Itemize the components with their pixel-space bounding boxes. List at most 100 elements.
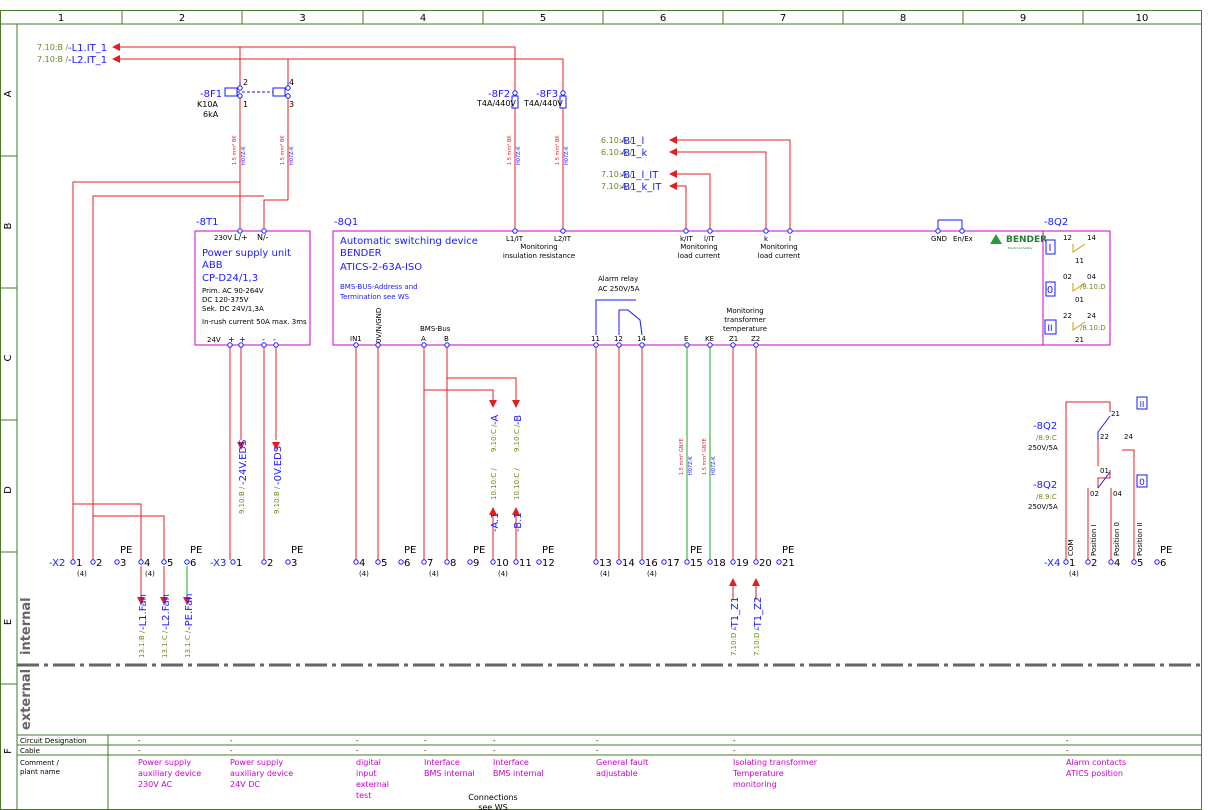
q1-in1: IN1 <box>350 335 362 343</box>
terminal-number: 21 <box>782 558 795 569</box>
terminal <box>935 228 941 234</box>
q2d-no: 04 <box>1113 490 1122 498</box>
incoming-b1lit-label: -B1_l_IT <box>620 170 659 181</box>
wire-a-out <box>424 389 494 400</box>
terminal-number: 1 <box>76 558 82 569</box>
incoming-l2-label: -L2.IT_1 <box>68 55 107 66</box>
table-header: Cable <box>20 747 40 755</box>
terminal <box>513 559 519 565</box>
t1-minus: - <box>273 335 276 344</box>
terminal <box>707 559 713 565</box>
conductor-count: (4) <box>359 570 369 578</box>
q2-contact-no: 21 <box>1075 336 1084 344</box>
table-comment: Temperature <box>732 769 784 778</box>
wire-f1-n <box>263 199 288 230</box>
q1-alarm: AC 250V/5A <box>598 285 640 293</box>
relay-contact <box>595 299 636 335</box>
terminal <box>616 342 622 348</box>
terminal <box>184 559 190 565</box>
q2-contact-no: 11 <box>1075 257 1084 265</box>
q2d-no: 22 <box>1100 433 1109 441</box>
out-a1-label: -A.1 <box>490 512 501 532</box>
terminal <box>230 559 236 565</box>
column-number: 6 <box>660 13 666 24</box>
terminal-number: 2 <box>1091 558 1097 569</box>
q1-b: B <box>444 335 449 343</box>
fuse-f2-rating: T4A/440V <box>476 99 516 108</box>
t1-minus: - <box>262 335 265 344</box>
column-number: 9 <box>1020 13 1026 24</box>
terminal <box>707 228 713 234</box>
terminal-number: 3 <box>291 558 297 569</box>
terminal-pe: PE <box>782 545 794 556</box>
terminal <box>353 342 359 348</box>
table-dash: - <box>424 747 427 755</box>
q2d-mode: 0 <box>1139 478 1145 488</box>
row-letter: B <box>3 222 14 229</box>
table-comment: adjustable <box>596 769 638 778</box>
terminal <box>1131 559 1137 565</box>
terminal-strip-tag: -X2 <box>49 558 65 569</box>
table-comment: test <box>356 791 371 800</box>
out-fpe-label: -PE.Fan <box>184 594 195 630</box>
q1-z2: Z2 <box>751 335 760 343</box>
q1-ke: KE <box>705 335 714 343</box>
out-b1-label: -B.1 <box>513 512 524 532</box>
table-dash: - <box>1066 747 1069 755</box>
arrow-z1 <box>729 578 737 586</box>
q1-kit: k/IT <box>680 235 693 243</box>
table-comment: monitoring <box>733 780 777 789</box>
relay-contact <box>618 309 643 336</box>
q1-t14: 14 <box>637 335 646 343</box>
column-number: 3 <box>299 13 305 24</box>
table-dash: - <box>230 747 233 755</box>
q1-mon: transformer <box>724 316 766 324</box>
terminal <box>753 559 759 565</box>
terminal <box>490 559 496 565</box>
terminal <box>375 559 381 565</box>
table-dash: - <box>138 737 141 745</box>
arrow-a <box>489 400 497 408</box>
terminal <box>114 559 120 565</box>
cable-spec: 1.5 mm² BK <box>555 135 561 165</box>
terminal <box>536 559 542 565</box>
arrow <box>669 170 677 178</box>
wire-q2-24 <box>1122 449 1135 560</box>
terminal-number: 15 <box>690 558 703 569</box>
q1-enex: En/Ex <box>953 235 973 243</box>
bender-logo-icon <box>990 234 1002 244</box>
out-a-label: -A <box>490 415 501 425</box>
table-comment: 230V AC <box>138 780 173 789</box>
arrow <box>669 148 677 156</box>
table-comment: Interface <box>493 758 529 767</box>
terminal <box>353 559 359 565</box>
out-ref: 9.10:C / <box>490 424 498 452</box>
schematic-sheet: 1 2 3 4 5 6 7 8 9 10ABCDEF7.10:B / -L1.IT_17.10:B … <box>0 10 1202 810</box>
terminal <box>444 342 450 348</box>
q1-mon: load current <box>678 252 721 260</box>
out-0v-label: -0V.EDS <box>273 446 284 485</box>
terminal <box>421 342 427 348</box>
q2d-tag: -8Q2 <box>1033 421 1057 432</box>
row-letter: E <box>3 619 14 625</box>
x4-tag: -X4 <box>1044 558 1060 569</box>
column-number: 7 <box>780 13 786 24</box>
terminal-number: 2 <box>267 558 273 569</box>
wire-b1kit <box>677 185 687 230</box>
table-dash: - <box>493 747 496 755</box>
arrow-b <box>512 400 520 408</box>
out-fl2-label: -L2.Fan <box>161 594 172 630</box>
t1-model: CP-D24/1,3 <box>202 273 258 284</box>
q1-bms2: Termination see WS <box>339 293 410 301</box>
terminal <box>560 90 566 96</box>
incoming-l1-label: -L1.IT_1 <box>68 43 107 54</box>
q2-contact-no: 24 <box>1087 312 1096 320</box>
q1-t12: 12 <box>614 335 623 343</box>
terminal <box>684 342 690 348</box>
table-dash: - <box>356 747 359 755</box>
zone-internal: internal <box>19 597 34 655</box>
out-ref: 7.10:D / <box>730 627 738 656</box>
terminal-no: 3 <box>289 100 294 109</box>
cable-type: H07Z-K <box>516 146 522 165</box>
table-connections: Connections <box>468 793 517 802</box>
